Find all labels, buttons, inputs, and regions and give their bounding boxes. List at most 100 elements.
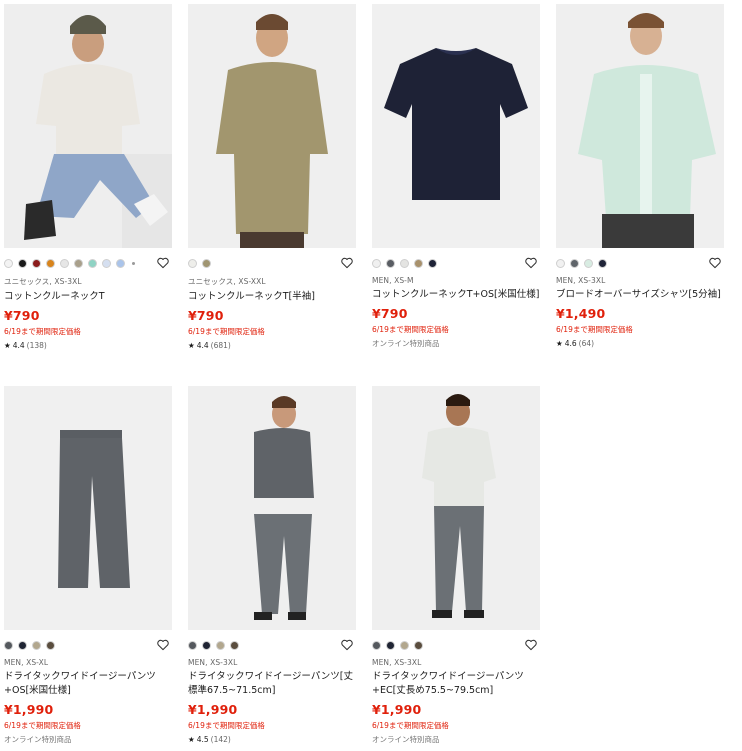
review-count: (142) — [210, 735, 231, 744]
review-count: (138) — [26, 341, 47, 350]
product-rating: ★ 4.5 (142) — [188, 735, 356, 744]
heart-icon[interactable] — [156, 638, 170, 652]
product-card[interactable]: ユニセックス, XS-XXL コットンクルーネックT[半袖] ¥790 6/19… — [188, 4, 356, 350]
product-card[interactable]: MEN, XS-3XL ドライタックワイドイージーパンツ+EC[丈長め75.5~… — [372, 386, 540, 745]
heart-icon[interactable] — [340, 638, 354, 652]
product-image[interactable] — [188, 386, 356, 630]
color-swatch[interactable] — [414, 258, 423, 268]
heart-icon[interactable] — [708, 256, 722, 270]
product-name[interactable]: ドライタックワイドイージーパンツ+OS[米国仕様] — [4, 670, 172, 698]
rating-value: 4.4 — [196, 341, 209, 350]
product-image[interactable] — [4, 4, 172, 248]
product-gender-size: ユニセックス, XS-XXL — [188, 277, 266, 286]
product-image[interactable] — [372, 4, 540, 248]
color-swatch[interactable] — [202, 258, 211, 268]
color-swatch[interactable] — [74, 258, 83, 268]
online-exclusive-label: オンライン特別商品 — [4, 735, 72, 744]
color-swatch[interactable] — [188, 640, 197, 650]
product-name[interactable]: コットンクルーネックT+OS[米国仕様] — [372, 288, 540, 302]
color-swatch[interactable] — [216, 640, 225, 650]
color-swatch[interactable] — [188, 258, 197, 268]
product-gender-size: MEN, XS-XL — [4, 658, 49, 667]
product-image[interactable] — [4, 386, 172, 630]
rating-value: 4.5 — [196, 735, 209, 744]
product-card[interactable]: ユニセックス, XS-3XL コットンクルーネックT ¥790 6/19まで期間… — [4, 4, 172, 350]
rating-value: 4.6 — [564, 339, 577, 348]
product-price: ¥790 — [372, 306, 408, 321]
color-swatches — [372, 255, 540, 271]
color-swatch[interactable] — [598, 258, 607, 268]
color-swatch[interactable] — [230, 640, 239, 650]
product-card[interactable]: MEN, XS-3XL ブロードオーバーサイズシャツ[5分袖] ¥1,490 6… — [556, 4, 724, 348]
promo-text: 6/19まで期間限定価格 — [372, 721, 449, 730]
review-count: (64) — [578, 339, 595, 348]
color-swatch[interactable] — [386, 258, 395, 268]
color-swatch[interactable] — [102, 258, 111, 268]
product-gender-size: MEN, XS-3XL — [188, 658, 238, 667]
product-image[interactable] — [372, 386, 540, 630]
color-swatch[interactable] — [18, 258, 27, 268]
product-price: ¥1,990 — [188, 702, 238, 717]
star-icon: ★ — [188, 341, 195, 350]
review-count: (681) — [210, 341, 231, 350]
color-swatch[interactable] — [584, 258, 593, 268]
color-swatch[interactable] — [372, 640, 381, 650]
color-swatch[interactable] — [372, 258, 381, 268]
color-swatch[interactable] — [428, 258, 437, 268]
product-gender-size: MEN, XS-3XL — [372, 658, 422, 667]
product-price: ¥1,990 — [4, 702, 54, 717]
color-swatch[interactable] — [400, 258, 409, 268]
color-swatch[interactable] — [60, 258, 69, 268]
color-swatch[interactable] — [46, 258, 55, 268]
product-card[interactable]: MEN, XS-3XL ドライタックワイドイージーパンツ[丈標準67.5~71.… — [188, 386, 356, 744]
promo-text: 6/19まで期間限定価格 — [188, 327, 265, 336]
more-colors-indicator — [132, 261, 135, 265]
color-swatch[interactable] — [116, 258, 125, 268]
color-swatch[interactable] — [386, 640, 395, 650]
heart-icon[interactable] — [340, 256, 354, 270]
color-swatch[interactable] — [32, 258, 41, 268]
color-swatch[interactable] — [400, 640, 409, 650]
color-swatch[interactable] — [570, 258, 579, 268]
product-image[interactable] — [556, 4, 724, 248]
product-gender-size: MEN, XS-M — [372, 276, 414, 285]
color-swatch[interactable] — [32, 640, 41, 650]
product-image[interactable] — [188, 4, 356, 248]
color-swatch[interactable] — [4, 258, 13, 268]
product-name[interactable]: ブロードオーバーサイズシャツ[5分袖] — [556, 288, 724, 302]
star-icon: ★ — [188, 735, 195, 744]
promo-text: 6/19まで期間限定価格 — [188, 721, 265, 730]
product-name[interactable]: ドライタックワイドイージーパンツ[丈標準67.5~71.5cm] — [188, 670, 356, 698]
product-name[interactable]: コットンクルーネックT — [4, 290, 172, 304]
heart-icon[interactable] — [156, 256, 170, 270]
star-icon: ★ — [556, 339, 563, 348]
online-exclusive-label: オンライン特別商品 — [372, 339, 440, 348]
product-name[interactable]: コットンクルーネックT[半袖] — [188, 290, 356, 304]
product-gender-size: MEN, XS-3XL — [556, 276, 606, 285]
product-price: ¥1,990 — [372, 702, 422, 717]
product-rating: ★ 4.4 (681) — [188, 341, 356, 350]
star-icon: ★ — [4, 341, 11, 350]
product-card[interactable]: MEN, XS-M コットンクルーネックT+OS[米国仕様] ¥790 6/19… — [372, 4, 540, 349]
color-swatch[interactable] — [202, 640, 211, 650]
color-swatches — [372, 637, 540, 653]
color-swatch[interactable] — [18, 640, 27, 650]
color-swatch[interactable] — [414, 640, 423, 650]
color-swatch[interactable] — [4, 640, 13, 650]
color-swatches — [4, 255, 172, 271]
color-swatches — [188, 637, 356, 653]
color-swatches — [556, 255, 724, 271]
product-card[interactable]: MEN, XS-XL ドライタックワイドイージーパンツ+OS[米国仕様] ¥1,… — [4, 386, 172, 745]
heart-icon[interactable] — [524, 256, 538, 270]
color-swatch[interactable] — [46, 640, 55, 650]
product-rating: ★ 4.6 (64) — [556, 339, 724, 348]
product-name[interactable]: ドライタックワイドイージーパンツ+EC[丈長め75.5~79.5cm] — [372, 670, 540, 698]
color-swatches — [4, 637, 172, 653]
color-swatches — [188, 255, 356, 271]
promo-text: 6/19まで期間限定価格 — [4, 721, 81, 730]
color-swatch[interactable] — [556, 258, 565, 268]
heart-icon[interactable] — [524, 638, 538, 652]
rating-value: 4.4 — [12, 341, 25, 350]
online-exclusive-label: オンライン特別商品 — [372, 735, 440, 744]
color-swatch[interactable] — [88, 258, 97, 268]
